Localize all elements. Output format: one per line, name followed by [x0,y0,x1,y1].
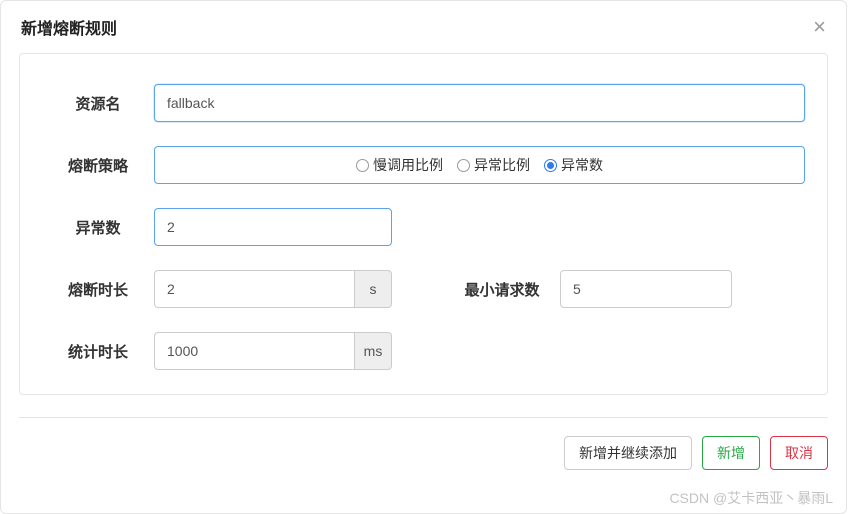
row-resource: 资源名 [42,84,805,122]
label-exception-count: 异常数 [42,217,154,238]
row-exception-count: 异常数 [42,208,805,246]
radio-exception-ratio[interactable]: 异常比例 [457,155,530,175]
add-button[interactable]: 新增 [702,436,760,470]
row-strategy: 熔断策略 慢调用比例 异常比例 异常数 [42,146,805,184]
radio-icon [356,159,369,172]
modal-title: 新增熔断规则 [21,15,117,39]
stat-duration-group: ms [154,332,392,370]
radio-icon [544,159,557,172]
radio-slow-call[interactable]: 慢调用比例 [356,155,443,175]
label-resource: 资源名 [42,93,154,114]
strategy-radio-group: 慢调用比例 异常比例 异常数 [154,146,805,184]
label-break-duration: 熔断时长 [42,279,154,300]
resource-input[interactable] [154,84,805,122]
exception-count-input[interactable] [154,208,392,246]
cancel-button[interactable]: 取消 [770,436,828,470]
radio-label: 异常数 [561,155,603,175]
modal-header: 新增熔断规则 × [1,1,846,53]
modal-body: 资源名 熔断策略 慢调用比例 异常比例 异常数 异常数 [19,53,828,395]
radio-label: 慢调用比例 [373,155,443,175]
add-continue-button[interactable]: 新增并继续添加 [564,436,692,470]
min-requests-input[interactable] [560,270,732,308]
close-icon[interactable]: × [813,16,826,38]
label-min-requests: 最小请求数 [444,279,560,300]
break-duration-group: s [154,270,392,308]
stat-duration-input[interactable] [154,332,354,370]
label-strategy: 熔断策略 [42,155,154,176]
row-stat-duration: 统计时长 ms [42,332,805,370]
row-duration-min: 熔断时长 s 最小请求数 [42,270,805,308]
radio-exception-count[interactable]: 异常数 [544,155,603,175]
unit-seconds: s [354,270,392,308]
break-duration-input[interactable] [154,270,354,308]
modal-dialog: 新增熔断规则 × 资源名 熔断策略 慢调用比例 异常比例 异常数 [0,0,847,514]
modal-footer: 新增并继续添加 新增 取消 [19,417,828,470]
unit-ms: ms [354,332,392,370]
label-stat-duration: 统计时长 [42,341,154,362]
radio-icon [457,159,470,172]
radio-label: 异常比例 [474,155,530,175]
